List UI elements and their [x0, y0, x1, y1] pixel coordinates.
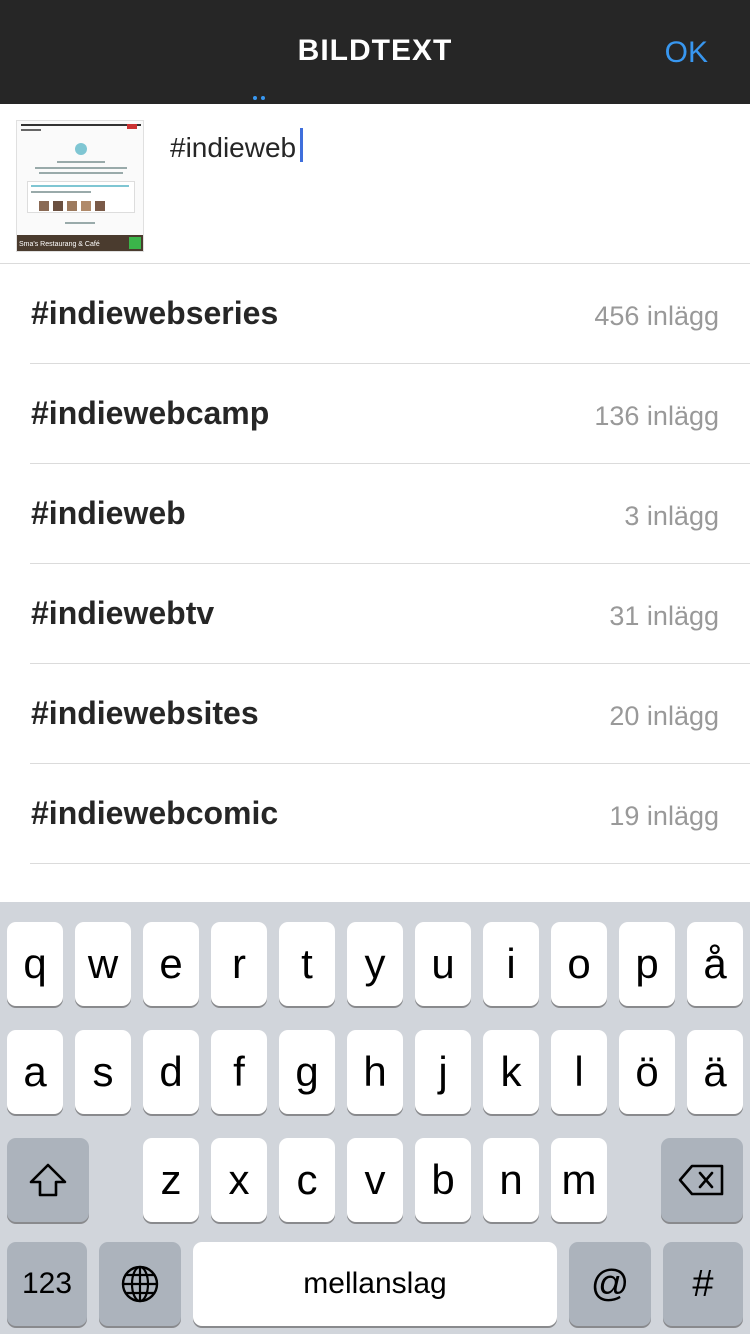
thumb-detail	[129, 237, 141, 249]
key-p[interactable]: p	[619, 922, 675, 1006]
key-t[interactable]: t	[279, 922, 335, 1006]
at-key[interactable]: @	[569, 1242, 651, 1326]
hashtag-suggestion[interactable]: #indiewebcamp 136 inlägg	[0, 364, 750, 464]
key-r[interactable]: r	[211, 922, 267, 1006]
post-count: 456 inlägg	[594, 301, 719, 331]
key-j[interactable]: j	[415, 1030, 471, 1114]
page-title: BILDTEXT	[297, 34, 453, 67]
onscreen-keyboard: q w e r t y u i o p å a s d f g h j k l …	[0, 902, 750, 1334]
text-caret	[300, 128, 303, 162]
thumb-detail	[57, 161, 105, 163]
post-thumbnail: Sma's Restaurang & Café	[16, 120, 144, 252]
key-m[interactable]: m	[551, 1138, 607, 1222]
hashtag-suggestions: #indiewebseries 456 inlägg #indiewebcamp…	[0, 264, 750, 902]
key-o-umlaut[interactable]: ö	[619, 1030, 675, 1114]
hashtag-label: #indiewebcamp	[31, 395, 270, 431]
hashtag-suggestion[interactable]: #indiewebseries 456 inlägg	[0, 264, 750, 364]
top-bar: BILDTEXT OK	[0, 0, 750, 104]
key-o[interactable]: o	[551, 922, 607, 1006]
hashtag-label: #indiewebseries	[31, 295, 279, 331]
post-count: 19 inlägg	[609, 801, 719, 831]
hashtag-label: #indiewebtv	[31, 595, 215, 631]
post-count: 136 inlägg	[594, 401, 719, 431]
key-v[interactable]: v	[347, 1138, 403, 1222]
thumb-detail	[21, 129, 41, 131]
thumb-detail	[31, 191, 91, 193]
shift-icon	[29, 1163, 67, 1197]
thumb-detail	[75, 143, 87, 155]
key-b[interactable]: b	[415, 1138, 471, 1222]
key-h[interactable]: h	[347, 1030, 403, 1114]
thumb-detail	[39, 172, 123, 174]
thumb-detail	[39, 201, 49, 211]
hashtag-label: #indiewebsites	[31, 695, 259, 731]
key-w[interactable]: w	[75, 922, 131, 1006]
hashtag-suggestion[interactable]: #indiewebcomic 19 inlägg	[0, 764, 750, 864]
hashtag-label: #indiewebcomic	[31, 795, 279, 831]
key-q[interactable]: q	[7, 922, 63, 1006]
key-c[interactable]: c	[279, 1138, 335, 1222]
backspace-key[interactable]	[661, 1138, 743, 1222]
key-i[interactable]: i	[483, 922, 539, 1006]
key-z[interactable]: z	[143, 1138, 199, 1222]
page-indicator	[253, 96, 267, 102]
thumb-detail	[21, 124, 141, 126]
thumbnail-caption: Sma's Restaurang & Café	[19, 241, 100, 248]
key-x[interactable]: x	[211, 1138, 267, 1222]
key-g[interactable]: g	[279, 1030, 335, 1114]
key-k[interactable]: k	[483, 1030, 539, 1114]
caption-input[interactable]	[170, 128, 730, 168]
hash-key[interactable]: #	[663, 1242, 743, 1326]
globe-icon	[121, 1265, 159, 1303]
key-l[interactable]: l	[551, 1030, 607, 1114]
globe-key[interactable]	[99, 1242, 181, 1326]
thumb-detail	[67, 201, 77, 211]
key-d[interactable]: d	[143, 1030, 199, 1114]
hashtag-suggestion[interactable]: #indieweb 3 inlägg	[0, 464, 750, 564]
key-a[interactable]: a	[7, 1030, 63, 1114]
hashtag-suggestion[interactable]: #indiewebtv 31 inlägg	[0, 564, 750, 664]
key-n[interactable]: n	[483, 1138, 539, 1222]
shift-key[interactable]	[7, 1138, 89, 1222]
key-e[interactable]: e	[143, 922, 199, 1006]
thumb-detail	[127, 124, 137, 129]
post-count: 3 inlägg	[624, 501, 719, 531]
key-a-umlaut[interactable]: ä	[687, 1030, 743, 1114]
thumb-detail	[31, 185, 129, 187]
thumb-detail	[81, 201, 91, 211]
thumb-detail	[95, 201, 105, 211]
thumb-detail	[65, 222, 95, 224]
ok-button[interactable]: OK	[665, 36, 708, 70]
key-s[interactable]: s	[75, 1030, 131, 1114]
key-y[interactable]: y	[347, 922, 403, 1006]
thumb-detail	[35, 167, 127, 169]
hashtag-label: #indieweb	[31, 495, 186, 531]
post-count: 31 inlägg	[609, 601, 719, 631]
hashtag-suggestion[interactable]: #indiewebsites 20 inlägg	[0, 664, 750, 764]
key-f[interactable]: f	[211, 1030, 267, 1114]
post-count: 20 inlägg	[609, 701, 719, 731]
page-dot	[261, 96, 265, 100]
page-dot	[253, 96, 257, 100]
thumb-detail	[53, 201, 63, 211]
caption-area: Sma's Restaurang & Café	[0, 104, 750, 264]
backspace-icon	[678, 1164, 724, 1196]
key-u[interactable]: u	[415, 922, 471, 1006]
numbers-key[interactable]: 123	[7, 1242, 87, 1326]
space-key[interactable]: mellanslag	[193, 1242, 557, 1326]
key-a-ring[interactable]: å	[687, 922, 743, 1006]
